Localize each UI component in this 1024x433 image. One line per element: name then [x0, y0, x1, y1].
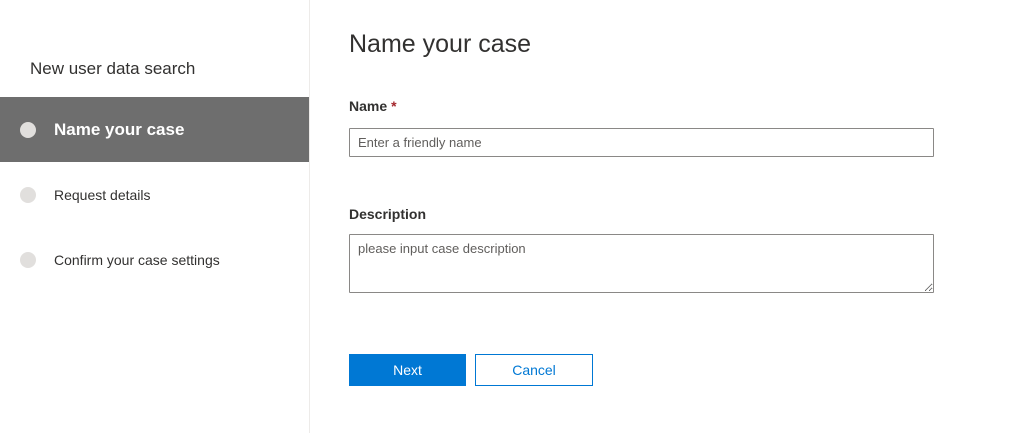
wizard-window: New user data search Name your case Requ…	[0, 0, 1024, 433]
step-label: Name your case	[54, 119, 185, 139]
step-indicator-icon	[20, 121, 36, 138]
step-indicator-icon	[20, 187, 36, 203]
step-name-your-case[interactable]: Name your case	[0, 97, 309, 162]
step-confirm-case-settings[interactable]: Confirm your case settings	[0, 243, 309, 277]
next-button[interactable]: Next	[349, 354, 466, 386]
cancel-button[interactable]: Cancel	[475, 354, 593, 386]
description-field-label: Description	[349, 206, 427, 222]
wizard-title: New user data search	[30, 59, 196, 78]
step-label: Confirm your case settings	[54, 252, 220, 268]
required-marker: *	[391, 98, 397, 114]
name-field-label: Name *	[349, 98, 397, 114]
name-input[interactable]	[349, 128, 934, 157]
step-request-details[interactable]: Request details	[0, 178, 309, 212]
wizard-content: Name your case Name* Description Next Ca…	[310, 0, 1024, 433]
description-input[interactable]	[349, 234, 934, 293]
step-indicator-icon	[20, 252, 36, 268]
name-label-text: Name	[349, 98, 388, 114]
step-label: Request details	[54, 187, 151, 203]
wizard-sidebar: New user data search Name your case Requ…	[0, 0, 310, 433]
page-title: Name your case	[349, 30, 532, 58]
